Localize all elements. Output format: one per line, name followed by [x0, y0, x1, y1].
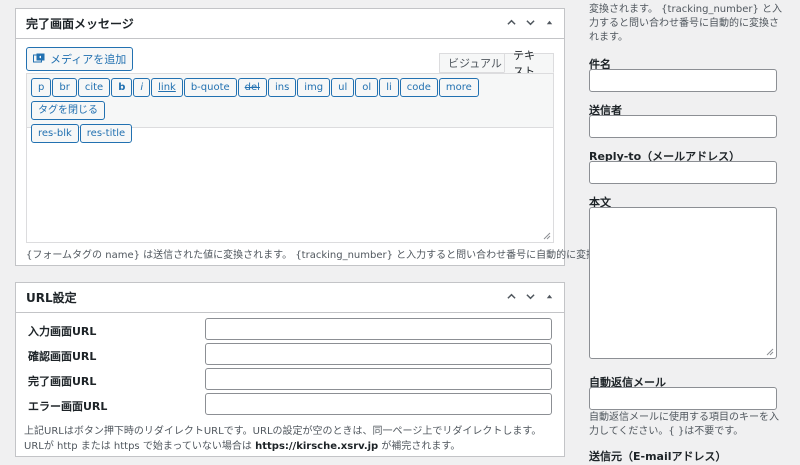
url-row-complete: 完了画面URL	[28, 368, 552, 392]
confirm-url-field[interactable]	[205, 343, 552, 365]
triangle-up-icon	[546, 20, 553, 25]
quicktag-button[interactable]: code	[399, 78, 438, 97]
quicktag-button[interactable]: res-title	[79, 124, 133, 143]
move-up-icon[interactable]	[507, 18, 516, 29]
toggle-panel-icon[interactable]	[545, 292, 554, 303]
quicktag-button[interactable]: b	[111, 78, 133, 97]
replyto-input[interactable]	[589, 161, 777, 184]
quicktag-button[interactable]: ins	[267, 78, 297, 97]
url-note-2-suffix: が補完されます。	[381, 441, 461, 452]
quicktag-button[interactable]: link	[151, 78, 183, 97]
url-settings-panel: URL設定 入力画面URL 確認画面URL 完了画面URL エラー画面URL 上…	[15, 282, 565, 457]
quicktag-button[interactable]: cite	[77, 78, 111, 97]
error-url-label: エラー画面URL	[28, 400, 108, 413]
quicktag-button[interactable]: ul	[331, 78, 355, 97]
quicktag-button[interactable]: br	[52, 78, 77, 97]
url-note-2-prefix: URLが http または https で始まっていない場合は	[24, 441, 252, 452]
url-note-2-url: https://kirsche.xsrv.jp	[255, 441, 379, 452]
resize-handle-icon[interactable]	[766, 348, 774, 356]
move-down-icon[interactable]	[526, 292, 535, 303]
complete-message-panel-header: 完了画面メッセージ	[16, 9, 564, 39]
panel-title: URL設定	[26, 291, 77, 305]
panel-title: 完了画面メッセージ	[26, 17, 134, 31]
input-url-field[interactable]	[205, 318, 552, 340]
chevron-up-icon	[507, 19, 516, 25]
complete-help-text: {フォームタグの name} は送信された値に変換されます。 {tracking…	[26, 250, 646, 261]
autoreply-help: 自動返信メールに使用する項目のキーを入力してください。{ }は不要です。	[589, 412, 779, 437]
input-url-label: 入力画面URL	[28, 325, 97, 338]
chevron-up-icon	[507, 293, 516, 299]
url-row-input: 入力画面URL	[28, 318, 552, 342]
editor: p br cite b i link b-quote del ins img ul ol li code m…	[26, 73, 554, 243]
body-textarea[interactable]	[589, 207, 777, 359]
from-label: 送信元（E-mailアドレス）	[589, 450, 727, 463]
quicktag-button[interactable]: ol	[355, 78, 379, 97]
toggle-panel-icon[interactable]	[545, 18, 554, 29]
quicktag-button[interactable]: res-blk	[31, 124, 79, 143]
sender-input[interactable]	[589, 115, 777, 138]
quicktag-button[interactable]: i	[133, 78, 151, 97]
move-down-icon[interactable]	[526, 18, 535, 29]
complete-url-field[interactable]	[205, 368, 552, 390]
tab-visual[interactable]: ビジュアル	[439, 53, 511, 73]
resize-handle-icon[interactable]	[543, 232, 551, 240]
tab-visual-label: ビジュアル	[448, 57, 502, 70]
add-media-button[interactable]: メディアを追加	[26, 47, 134, 71]
quicktag-button[interactable]: del	[237, 78, 267, 97]
url-row-error: エラー画面URL	[28, 393, 552, 417]
url-note-1: 上記URLはボタン押下時のリダイレクトURLです。URLの設定が空のときは、同一…	[24, 426, 542, 437]
quicktag-button[interactable]: p	[31, 78, 52, 97]
sidebar-top-text: 変換されます。 {tracking_number} と入力すると問い合わせ番号に…	[589, 4, 783, 43]
subject-input[interactable]	[589, 69, 777, 92]
url-settings-panel-header: URL設定	[16, 283, 564, 313]
autoreply-input[interactable]	[589, 387, 777, 410]
confirm-url-label: 確認画面URL	[28, 350, 97, 363]
chevron-down-icon	[526, 20, 535, 26]
triangle-up-icon	[546, 294, 553, 299]
url-row-confirm: 確認画面URL	[28, 343, 552, 367]
quicktag-button[interactable]: タグを閉じる	[31, 101, 105, 120]
complete-message-panel: 完了画面メッセージ メディアを追加 ビジュアル テキスト p br cite b i	[15, 8, 645, 266]
add-media-label: メディアを追加	[50, 53, 127, 66]
error-url-field[interactable]	[205, 393, 552, 415]
quicktag-button[interactable]: more	[438, 78, 479, 97]
quicktag-button[interactable]: img	[297, 78, 331, 97]
quicktag-button[interactable]: li	[379, 78, 399, 97]
media-icon	[33, 53, 45, 63]
tab-text[interactable]: テキスト	[504, 49, 554, 78]
chevron-down-icon	[526, 294, 535, 300]
move-up-icon[interactable]	[507, 292, 516, 303]
complete-url-label: 完了画面URL	[28, 375, 97, 388]
url-note-2: URLが http または https で始まっていない場合は https://…	[24, 437, 460, 452]
quicktag-button[interactable]: b-quote	[183, 78, 237, 97]
quicktags-toolbar: p br cite b i link b-quote del ins img ul ol li code m…	[27, 74, 553, 143]
